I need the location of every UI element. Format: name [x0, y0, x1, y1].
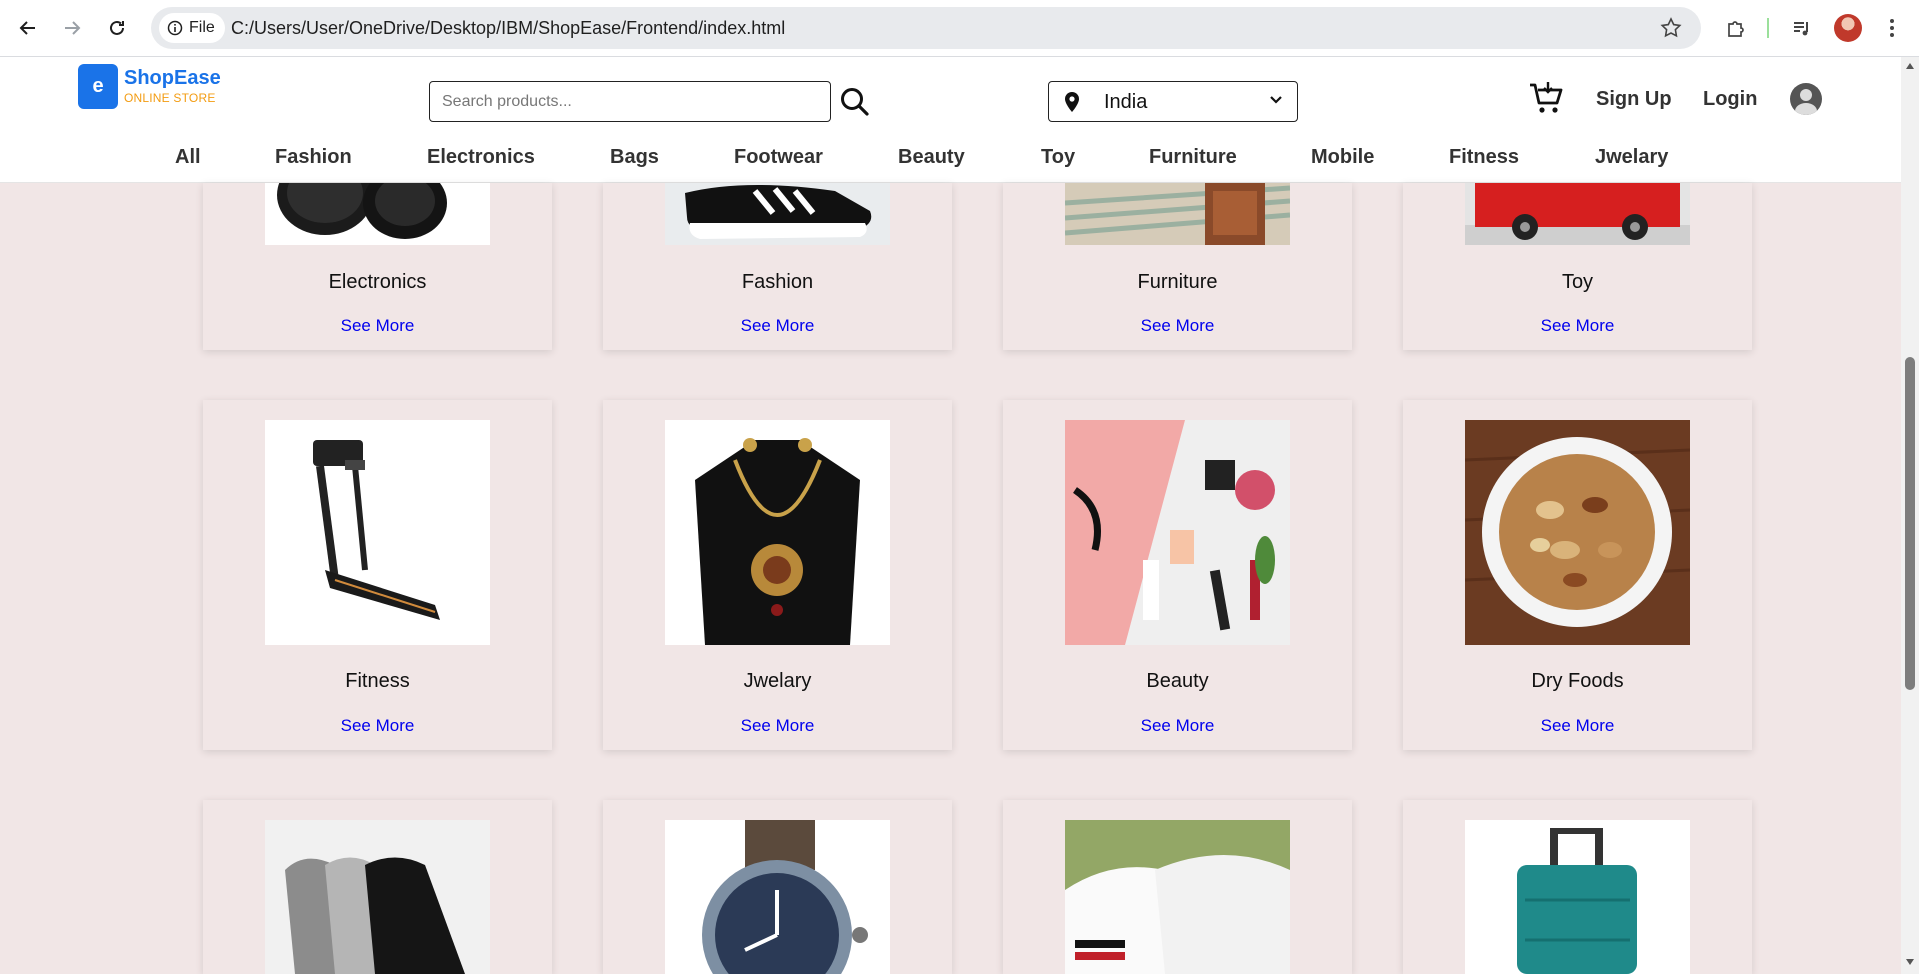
card-title: Dry Foods — [1531, 670, 1624, 692]
nav-item-footwear[interactable]: Footwear — [734, 146, 823, 169]
reload-button[interactable] — [101, 12, 133, 44]
user-avatar[interactable] — [1790, 83, 1822, 115]
card-image-necklace[interactable] — [665, 420, 890, 645]
nav-item-bags[interactable]: Bags — [610, 146, 659, 169]
card-title: Toy — [1561, 271, 1594, 293]
see-more-link[interactable]: See More — [603, 716, 952, 736]
forward-button[interactable] — [56, 12, 88, 44]
scrollbar-thumb[interactable] — [1905, 357, 1915, 690]
location-value: India — [1104, 91, 1148, 113]
card-image-sneaker[interactable] — [665, 183, 890, 245]
see-more-link[interactable]: See More — [203, 316, 552, 336]
category-card-jwelary: Jwelary See More — [603, 400, 952, 750]
see-more-link[interactable]: See More — [203, 716, 552, 736]
reload-icon — [110, 20, 124, 35]
card-title: Fitness — [345, 670, 410, 692]
category-nav: All Fashion Electronics Bags Footwear Be… — [0, 146, 1901, 174]
site-header: e ShopEase ONLINE STORE India Sign Up Lo… — [0, 57, 1901, 183]
category-card-toy: Toy See More — [1403, 183, 1752, 350]
bookmark-star-icon[interactable] — [1659, 16, 1683, 40]
nav-item-furniture[interactable]: Furniture — [1149, 146, 1237, 169]
card-title: Beauty — [1146, 670, 1209, 692]
card-title: Furniture — [1137, 271, 1218, 293]
card-image-headphones[interactable] — [265, 183, 490, 245]
category-card-furniture: Furniture See More — [1003, 183, 1352, 350]
see-more-link[interactable]: See More — [603, 316, 952, 336]
card-title: Electronics — [328, 271, 427, 293]
search-input[interactable] — [429, 81, 831, 122]
media-button[interactable] — [1786, 12, 1818, 44]
kebab-menu-icon — [1890, 19, 1894, 37]
nav-item-fitness[interactable]: Fitness — [1449, 146, 1519, 169]
see-more-link[interactable]: See More — [1003, 716, 1352, 736]
address-bar[interactable]: File C:/Users/User/OneDrive/Desktop/IBM/… — [151, 7, 1701, 49]
extensions-button[interactable] — [1720, 12, 1752, 44]
card-image-suitcase[interactable] — [1465, 820, 1690, 974]
nav-item-electronics[interactable]: Electronics — [427, 146, 535, 169]
card-title: Fashion — [741, 271, 814, 293]
category-card-fashion: Fashion See More — [603, 183, 952, 350]
info-icon — [167, 20, 183, 36]
location-select[interactable]: India — [1048, 81, 1298, 122]
card-image-white-sneakers[interactable] — [1065, 820, 1290, 974]
nav-item-all[interactable]: All — [175, 146, 201, 169]
category-card — [1403, 800, 1752, 974]
category-card — [603, 800, 952, 974]
card-image-toy-car[interactable] — [1465, 183, 1690, 245]
nav-item-beauty[interactable]: Beauty — [898, 146, 965, 169]
cart-icon[interactable] — [1528, 80, 1564, 116]
browser-menu-button[interactable] — [1876, 12, 1908, 44]
logo-letter: e — [92, 75, 104, 97]
scroll-down-arrow-icon[interactable] — [1906, 959, 1914, 965]
logo-tagline: ONLINE STORE — [124, 91, 216, 105]
browser-profile-avatar[interactable] — [1834, 14, 1862, 42]
category-card-electronics: Electronics See More — [203, 183, 552, 350]
nav-item-jwelary[interactable]: Jwelary — [1595, 146, 1668, 169]
nav-item-fashion[interactable]: Fashion — [275, 146, 352, 169]
site-info-chip[interactable]: File — [159, 13, 225, 43]
card-title: Jwelary — [743, 670, 812, 692]
forward-arrow-icon — [65, 21, 81, 35]
back-button[interactable] — [12, 12, 44, 44]
nav-item-toy[interactable]: Toy — [1041, 146, 1075, 169]
card-image-watch[interactable] — [665, 820, 890, 974]
see-more-link[interactable]: See More — [1403, 716, 1752, 736]
category-card — [203, 800, 552, 974]
card-image-treadmill[interactable] — [265, 420, 490, 645]
location-pin-icon — [1065, 92, 1079, 112]
category-card-dry-foods: Dry Foods See More — [1403, 400, 1752, 750]
card-image-cosmetics[interactable] — [1065, 420, 1290, 645]
card-image-socks[interactable] — [265, 820, 490, 974]
back-arrow-icon — [19, 21, 35, 35]
category-card-beauty: Beauty See More — [1003, 400, 1352, 750]
card-image-furniture[interactable] — [1065, 183, 1290, 245]
puzzle-icon — [1728, 21, 1744, 37]
nav-item-mobile[interactable]: Mobile — [1311, 146, 1374, 169]
scroll-up-arrow-icon[interactable] — [1906, 63, 1914, 69]
card-image-nuts-bowl[interactable] — [1465, 420, 1690, 645]
page-scrollbar[interactable] — [1901, 57, 1919, 974]
logo-icon[interactable]: e — [78, 64, 118, 109]
see-more-link[interactable]: See More — [1003, 316, 1352, 336]
media-queue-icon — [1794, 22, 1808, 36]
category-card-fitness: Fitness See More — [203, 400, 552, 750]
logo-name[interactable]: ShopEase — [124, 67, 221, 90]
browser-toolbar: File C:/Users/User/OneDrive/Desktop/IBM/… — [0, 0, 1919, 57]
toolbar-divider — [1767, 18, 1769, 38]
chevron-down-icon — [1270, 96, 1282, 104]
signup-link[interactable]: Sign Up — [1596, 88, 1672, 111]
see-more-link[interactable]: See More — [1403, 316, 1752, 336]
url-text[interactable]: C:/Users/User/OneDrive/Desktop/IBM/ShopE… — [231, 18, 785, 39]
login-link[interactable]: Login — [1703, 88, 1757, 111]
site-chip-label: File — [189, 19, 215, 36]
search-icon[interactable] — [838, 85, 872, 119]
category-card — [1003, 800, 1352, 974]
